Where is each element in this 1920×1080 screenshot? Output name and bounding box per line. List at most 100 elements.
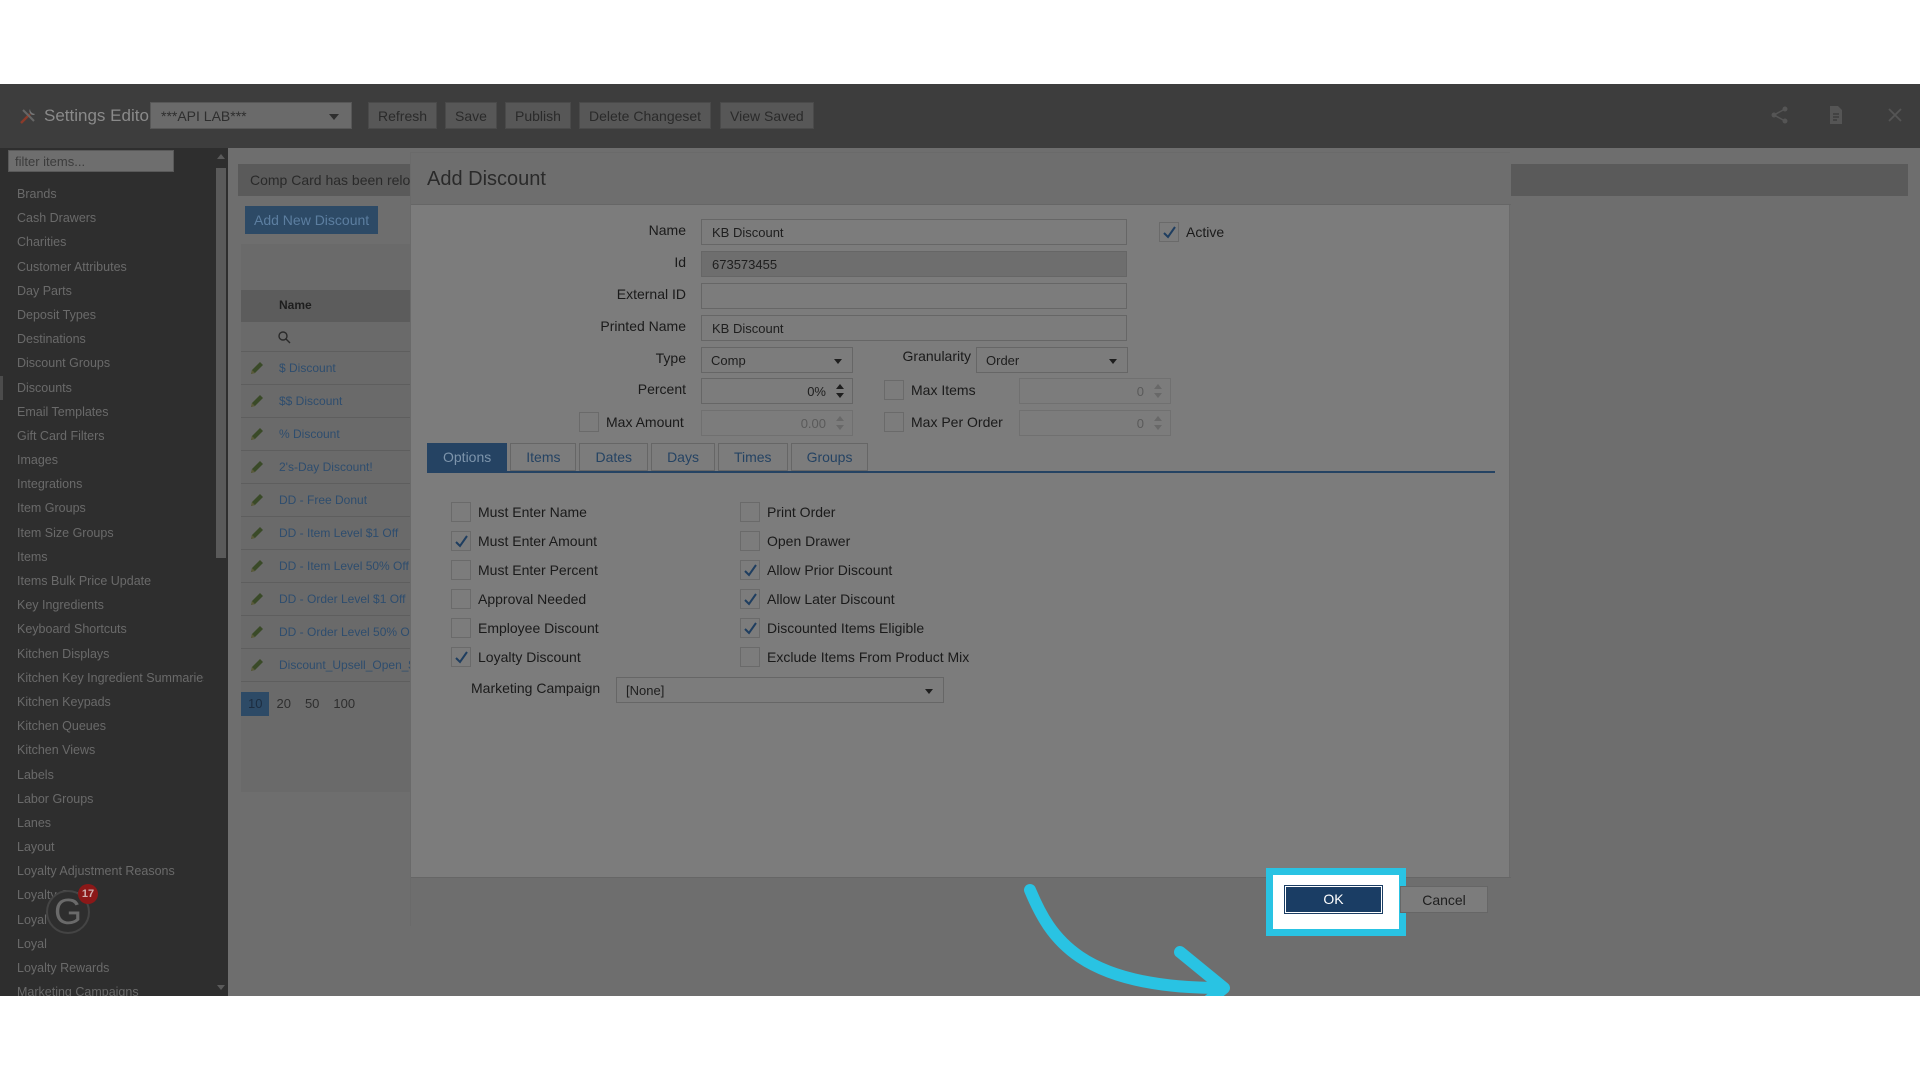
- sidebar-item[interactable]: Marketing Campaigns: [0, 980, 204, 996]
- refresh-button[interactable]: Refresh: [368, 102, 438, 129]
- tab-groups[interactable]: Groups: [790, 443, 869, 471]
- percent-stepper[interactable]: 0%: [701, 378, 853, 404]
- add-new-discount-button[interactable]: Add New Discount: [245, 206, 379, 234]
- max-items-stepper[interactable]: 0: [1019, 378, 1171, 404]
- name-input[interactable]: KB Discount: [701, 219, 1127, 245]
- decrement-icon[interactable]: [1154, 425, 1162, 430]
- sidebar-item[interactable]: Loyalty Cards: [0, 883, 204, 907]
- pencil-icon[interactable]: [249, 360, 265, 376]
- discount-name-link[interactable]: $$ Discount: [279, 394, 342, 408]
- max-amount-checkbox[interactable]: [579, 412, 599, 432]
- pencil-icon[interactable]: [249, 459, 265, 475]
- config-select[interactable]: ***API LAB***: [150, 102, 352, 129]
- ok-button[interactable]: OK: [1284, 885, 1383, 914]
- sidebar-item[interactable]: Loyal: [0, 932, 204, 956]
- sidebar-item[interactable]: Loyalty Rewards: [0, 956, 204, 980]
- tab-options[interactable]: Options: [427, 443, 508, 471]
- discount-name-link[interactable]: DD - Item Level $1 Off: [279, 526, 398, 540]
- document-icon[interactable]: [1825, 104, 1847, 126]
- close-icon[interactable]: [1884, 104, 1906, 126]
- decrement-icon[interactable]: [836, 393, 844, 398]
- sidebar-item[interactable]: Lanes: [0, 811, 204, 835]
- sidebar-item[interactable]: Kitchen Views: [0, 738, 204, 762]
- sidebar-item[interactable]: Integrations: [0, 472, 204, 496]
- pencil-icon[interactable]: [249, 657, 265, 673]
- sidebar-item[interactable]: Items Bulk Price Update: [0, 569, 204, 593]
- sidebar-item[interactable]: Brands: [0, 182, 204, 206]
- table-row[interactable]: $$ Discount: [241, 385, 411, 418]
- max-per-order-stepper[interactable]: 0: [1019, 410, 1171, 436]
- sidebar-item[interactable]: Key Ingredients: [0, 593, 204, 617]
- table-row[interactable]: $ Discount: [241, 352, 411, 385]
- loyalty-discount-checkbox[interactable]: [451, 647, 471, 667]
- delete-changeset-button[interactable]: Delete Changeset: [579, 102, 712, 129]
- sidebar-item[interactable]: Kitchen Queues: [0, 714, 204, 738]
- decrement-icon[interactable]: [1154, 393, 1162, 398]
- decrement-icon[interactable]: [836, 425, 844, 430]
- exclude-items-from-product-mix-checkbox[interactable]: [740, 647, 760, 667]
- table-row[interactable]: DD - Item Level $1 Off: [241, 517, 411, 550]
- tab-items[interactable]: Items: [510, 443, 577, 471]
- table-row[interactable]: DD - Order Level 50% O: [241, 616, 411, 649]
- marketing-campaign-select[interactable]: [None]: [616, 677, 944, 703]
- max-amount-stepper[interactable]: 0.00: [701, 410, 853, 436]
- cancel-button[interactable]: Cancel: [1400, 886, 1488, 913]
- must-enter-percent-checkbox[interactable]: [451, 560, 471, 580]
- increment-icon[interactable]: [836, 416, 844, 421]
- share-icon[interactable]: [1769, 104, 1791, 126]
- discount-name-link[interactable]: DD - Free Donut: [279, 493, 367, 507]
- must-enter-amount-checkbox[interactable]: [451, 531, 471, 551]
- page-size-option[interactable]: 10: [241, 692, 270, 716]
- granularity-select[interactable]: Order: [976, 347, 1128, 373]
- discount-name-link[interactable]: DD - Order Level $1 Off: [279, 592, 406, 606]
- page-size-option[interactable]: 100: [326, 692, 362, 716]
- sidebar-item[interactable]: Layout: [0, 835, 204, 859]
- sidebar-item[interactable]: Discount Groups: [0, 351, 204, 375]
- discount-name-link[interactable]: 2's-Day Discount!: [279, 460, 373, 474]
- sidebar-item[interactable]: Email Templates: [0, 400, 204, 424]
- must-enter-name-checkbox[interactable]: [451, 502, 471, 522]
- discount-name-link[interactable]: $ Discount: [279, 361, 336, 375]
- pencil-icon[interactable]: [249, 492, 265, 508]
- sidebar-item[interactable]: Keyboard Shortcuts: [0, 617, 204, 641]
- max-items-checkbox[interactable]: [884, 380, 904, 400]
- active-checkbox[interactable]: [1159, 222, 1179, 242]
- table-row[interactable]: 2's-Day Discount!: [241, 451, 411, 484]
- scroll-down-icon[interactable]: [217, 985, 225, 990]
- sidebar-item[interactable]: Customer Attributes: [0, 255, 204, 279]
- sidebar-item[interactable]: Discounts: [0, 375, 204, 400]
- page-size-option[interactable]: 20: [269, 692, 297, 716]
- employee-discount-checkbox[interactable]: [451, 618, 471, 638]
- pencil-icon[interactable]: [249, 558, 265, 574]
- pencil-icon[interactable]: [249, 591, 265, 607]
- sidebar-item[interactable]: Item Groups: [0, 496, 204, 520]
- increment-icon[interactable]: [1154, 416, 1162, 421]
- pencil-icon[interactable]: [249, 393, 265, 409]
- sidebar-item[interactable]: Kitchen Displays: [0, 642, 204, 666]
- print-order-checkbox[interactable]: [740, 502, 760, 522]
- discount-name-link[interactable]: DD - Order Level 50% O: [279, 625, 410, 639]
- filter-input[interactable]: filter items...: [8, 150, 174, 172]
- sidebar-item[interactable]: Loyalty Adjustment Reasons: [0, 859, 204, 883]
- page-size-option[interactable]: 50: [298, 692, 326, 716]
- table-search-row[interactable]: [241, 322, 411, 352]
- table-row[interactable]: % Discount: [241, 418, 411, 451]
- sidebar-item[interactable]: Loyal: [0, 908, 204, 932]
- table-row[interactable]: DD - Free Donut: [241, 484, 411, 517]
- external-id-input[interactable]: [701, 283, 1127, 309]
- sidebar-item[interactable]: Labor Groups: [0, 787, 204, 811]
- increment-icon[interactable]: [836, 384, 844, 389]
- max-per-order-checkbox[interactable]: [884, 412, 904, 432]
- discount-name-link[interactable]: Discount_Upsell_Open_$: [279, 658, 415, 672]
- discounted-items-eligible-checkbox[interactable]: [740, 618, 760, 638]
- sidebar-item[interactable]: Charities: [0, 230, 204, 254]
- sidebar-item[interactable]: Destinations: [0, 327, 204, 351]
- increment-icon[interactable]: [1154, 384, 1162, 389]
- open-drawer-checkbox[interactable]: [740, 531, 760, 551]
- sidebar-item[interactable]: Item Size Groups: [0, 521, 204, 545]
- sidebar-item[interactable]: Deposit Types: [0, 303, 204, 327]
- view-saved-button[interactable]: View Saved: [720, 102, 814, 129]
- table-row[interactable]: DD - Order Level $1 Off: [241, 583, 411, 616]
- approval-needed-checkbox[interactable]: [451, 589, 471, 609]
- pencil-icon[interactable]: [249, 624, 265, 640]
